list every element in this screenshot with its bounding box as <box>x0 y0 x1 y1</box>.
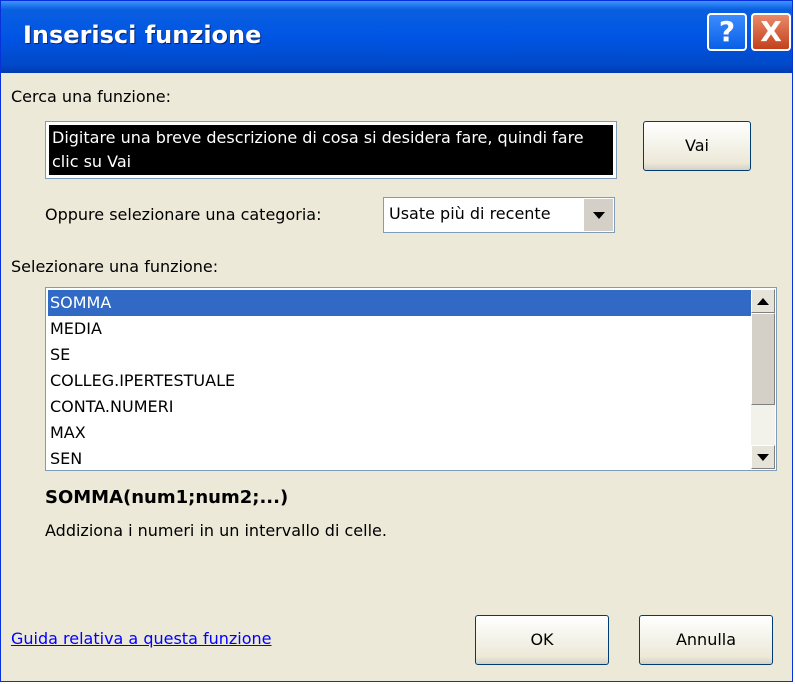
list-item-sen[interactable]: SEN <box>48 446 754 470</box>
close-icon[interactable]: X <box>751 13 791 51</box>
function-list[interactable]: SOMMA MEDIA SE COLLEG.IPERTESTUALE CONTA… <box>45 287 777 471</box>
function-list-label: Selezionare una funzione: <box>11 257 219 276</box>
insert-function-dialog: Inserisci funzione ? X Cerca una funzion… <box>0 0 793 682</box>
cancel-button[interactable]: Annulla <box>639 615 773 665</box>
list-item-se[interactable]: SE <box>48 342 754 368</box>
list-item-colleg-ipertestuale[interactable]: COLLEG.IPERTESTUALE <box>48 368 754 394</box>
chevron-down-icon[interactable] <box>583 199 613 231</box>
list-item-conta-numeri[interactable]: CONTA.NUMERI <box>48 394 754 420</box>
function-list-scrollbar[interactable] <box>751 289 775 469</box>
dialog-title: Inserisci funzione <box>23 21 262 49</box>
category-label: Oppure selezionare una categoria: <box>45 205 322 224</box>
function-help-link[interactable]: Guida relativa a questa funzione <box>11 629 272 648</box>
help-icon[interactable]: ? <box>707 13 747 51</box>
scroll-thumb[interactable] <box>751 313 775 405</box>
category-select[interactable]: Usate più di recente <box>383 197 615 233</box>
go-button[interactable]: Vai <box>643 121 751 171</box>
search-input-text[interactable]: Digitare una breve descrizione di cosa s… <box>49 125 613 175</box>
ok-button[interactable]: OK <box>475 615 609 665</box>
function-signature: SOMMA(num1;num2;...) <box>45 487 289 508</box>
list-item-max[interactable]: MAX <box>48 420 754 446</box>
list-item-media[interactable]: MEDIA <box>48 316 754 342</box>
function-description: Addiziona i numeri in un intervallo di c… <box>45 521 387 540</box>
title-bar: Inserisci funzione ? X <box>1 1 792 73</box>
scroll-up-icon[interactable] <box>751 289 775 313</box>
search-label: Cerca una funzione: <box>11 87 172 106</box>
search-input[interactable]: Digitare una breve descrizione di cosa s… <box>45 121 617 179</box>
list-item-somma[interactable]: SOMMA <box>48 290 754 316</box>
scroll-down-icon[interactable] <box>751 445 775 469</box>
category-selected-value: Usate più di recente <box>389 204 551 223</box>
